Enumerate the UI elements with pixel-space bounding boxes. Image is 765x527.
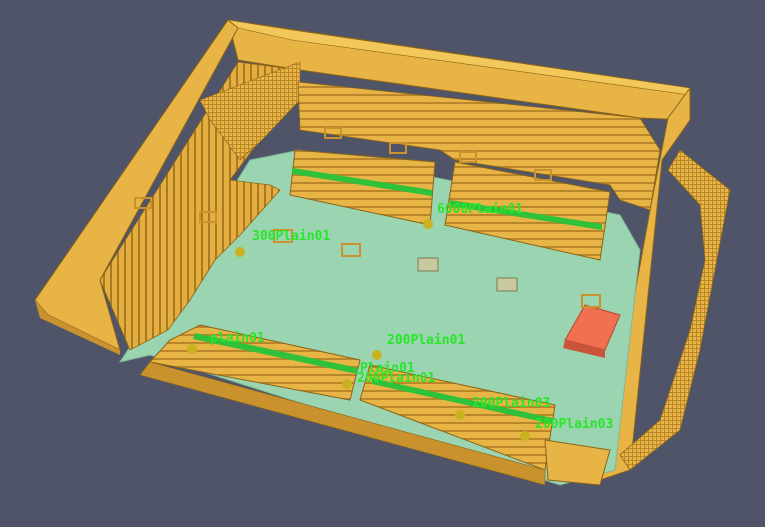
marker-point[interactable] (235, 247, 245, 257)
scene-label: 6000Plain01 (437, 202, 523, 217)
floor-prop-1[interactable] (417, 257, 439, 272)
scene-label: 200Plain03 (472, 396, 550, 411)
scene-label: 300Plain01 (252, 229, 330, 244)
marker-point[interactable] (187, 344, 197, 354)
3d-viewport[interactable]: 300Plain01 6000Plain01 200Plain01 plain0… (0, 0, 765, 527)
scene-label: Plain01 (360, 361, 415, 376)
marker-point[interactable] (372, 350, 382, 360)
arena-scene[interactable]: 300Plain01 6000Plain01 200Plain01 plain0… (0, 0, 765, 527)
scene-label: plain01 (210, 331, 265, 346)
marker-point[interactable] (423, 219, 433, 229)
floor-prop-2[interactable] (496, 277, 518, 292)
scene-label: 200Plain01 (387, 333, 465, 348)
marker-point[interactable] (520, 431, 530, 441)
marker-point[interactable] (342, 379, 352, 389)
marker-point[interactable] (455, 410, 465, 420)
scene-label: 200Plain03 (535, 417, 613, 432)
